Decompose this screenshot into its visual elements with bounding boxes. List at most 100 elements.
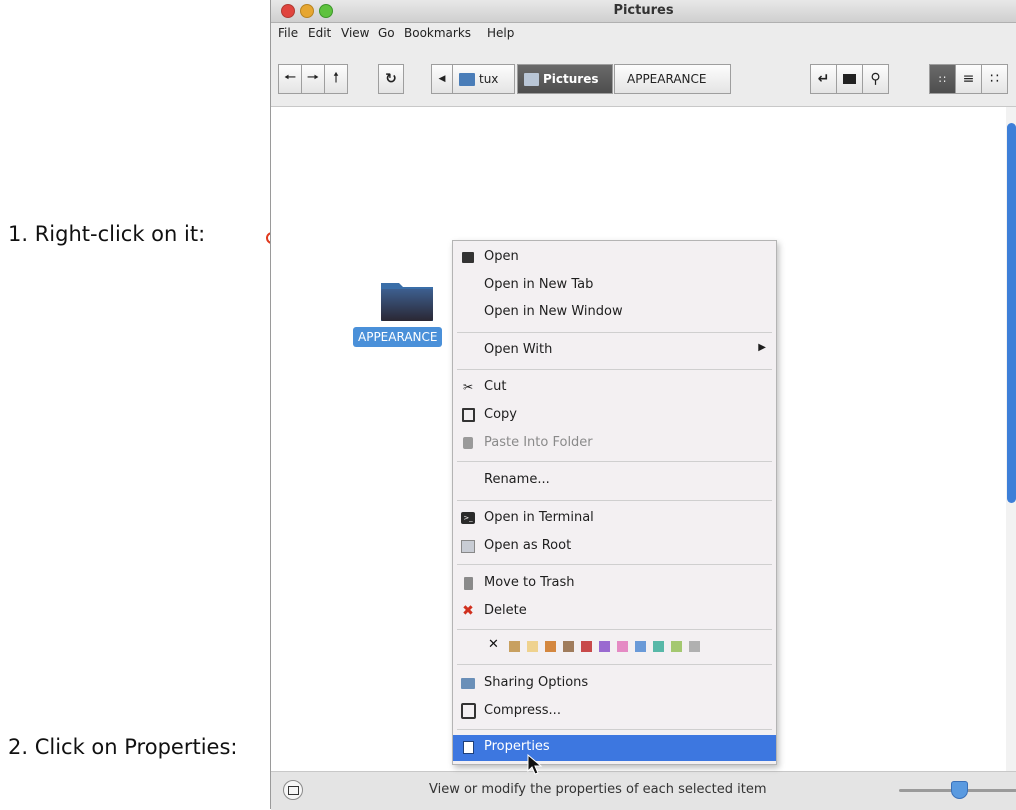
annotation-step2: 2. Click on Properties: bbox=[8, 735, 238, 759]
color-tag-swatch[interactable] bbox=[599, 641, 610, 652]
color-tag-swatch[interactable] bbox=[545, 641, 556, 652]
breadcrumb-tux-label: tux bbox=[479, 72, 499, 86]
color-tag-swatch[interactable] bbox=[689, 641, 700, 652]
scissors-icon: ✂ bbox=[462, 380, 474, 394]
paste-icon bbox=[460, 435, 476, 451]
forward-button[interactable]: 🠖 bbox=[301, 64, 325, 94]
color-tag-swatch[interactable] bbox=[581, 641, 592, 652]
color-tag-swatch[interactable] bbox=[671, 641, 682, 652]
menu-item-open-new-window[interactable]: Open in New Window bbox=[453, 300, 776, 324]
archive-icon bbox=[460, 703, 476, 719]
folder-icon bbox=[843, 74, 856, 84]
pictures-folder-icon bbox=[524, 72, 539, 86]
reload-icon: ↻ bbox=[385, 71, 397, 87]
new-folder-button[interactable] bbox=[836, 64, 863, 94]
search-button[interactable]: ⚲ bbox=[862, 64, 889, 94]
title-bar[interactable]: Pictures bbox=[271, 0, 1016, 23]
trash-icon bbox=[460, 575, 476, 591]
location-icon: ↵ bbox=[817, 71, 830, 87]
zoom-slider-handle[interactable] bbox=[951, 781, 968, 799]
sidebar-icon bbox=[287, 785, 299, 795]
status-bar: View or modify the properties of each se… bbox=[271, 771, 1016, 810]
menu-help[interactable]: Help bbox=[487, 26, 514, 40]
compact-view-button[interactable]: ∷ bbox=[981, 64, 1008, 94]
color-tag-swatch[interactable] bbox=[617, 641, 628, 652]
menu-item-open-in-terminal[interactable]: >_ Open in Terminal bbox=[453, 506, 776, 530]
reload-button[interactable]: ↻ bbox=[378, 64, 404, 94]
folder-icon[interactable] bbox=[379, 279, 435, 323]
folder-label[interactable]: APPEARANCE bbox=[353, 327, 443, 347]
arrow-left-icon: 🠔 bbox=[283, 70, 297, 86]
copy-icon bbox=[460, 407, 476, 423]
menu-edit[interactable]: Edit bbox=[308, 26, 331, 40]
menu-item-cut[interactable]: ✂ Cut bbox=[453, 375, 776, 399]
menu-separator bbox=[457, 369, 772, 370]
menu-item-sharing-options[interactable]: Sharing Options bbox=[453, 671, 776, 695]
menu-view[interactable]: View bbox=[341, 26, 369, 40]
terminal-icon: >_ bbox=[460, 510, 476, 526]
menu-separator bbox=[457, 629, 772, 630]
menu-item-open-new-tab[interactable]: Open in New Tab bbox=[453, 273, 776, 297]
mouse-cursor-icon bbox=[527, 754, 543, 775]
chevron-left-icon: ◀ bbox=[438, 74, 446, 84]
menu-item-properties[interactable]: Properties bbox=[453, 735, 776, 761]
up-button[interactable]: 🠕 bbox=[324, 64, 348, 94]
delete-icon: ✖ bbox=[462, 603, 474, 619]
back-button[interactable]: 🠔 bbox=[278, 64, 302, 94]
menu-file[interactable]: File bbox=[278, 26, 298, 40]
open-icon bbox=[460, 249, 476, 265]
arrow-right-icon: 🠖 bbox=[306, 70, 320, 86]
scrollbar-thumb[interactable] bbox=[1007, 123, 1016, 503]
menu-item-compress[interactable]: Compress... bbox=[453, 699, 776, 723]
toolbar: 🠔 🠖 🠕 ↻ ◀ tux Pictures APPEARANCE ↵ ⚲ ∷ … bbox=[271, 44, 1016, 107]
breadcrumb-pictures-label: Pictures bbox=[543, 72, 599, 86]
color-tag-swatch[interactable] bbox=[653, 641, 664, 652]
menu-go[interactable]: Go bbox=[378, 26, 395, 40]
list-view-button[interactable]: ≡ bbox=[955, 64, 982, 94]
menu-item-open-with[interactable]: Open With ▶ bbox=[453, 338, 776, 362]
annotation-step1: 1. Right-click on it: bbox=[8, 222, 206, 246]
toggle-location-button[interactable]: ↵ bbox=[810, 64, 837, 94]
vertical-scrollbar[interactable] bbox=[1006, 107, 1016, 771]
home-folder-icon bbox=[459, 72, 475, 86]
breadcrumb-appearance-label: APPEARANCE bbox=[627, 72, 707, 86]
color-tag-swatch[interactable] bbox=[527, 641, 538, 652]
properties-icon bbox=[460, 739, 476, 755]
breadcrumb-appearance[interactable]: APPEARANCE bbox=[614, 64, 731, 94]
menu-bar: File Edit View Go Bookmarks Help bbox=[271, 23, 1016, 44]
breadcrumb-pictures[interactable]: Pictures bbox=[517, 64, 613, 94]
menu-separator bbox=[457, 564, 772, 565]
menu-item-copy[interactable]: Copy bbox=[453, 403, 776, 427]
status-text: View or modify the properties of each se… bbox=[429, 782, 767, 797]
menu-item-paste-into-folder[interactable]: Paste Into Folder bbox=[453, 431, 776, 455]
toggle-sidebar-button[interactable] bbox=[283, 780, 303, 800]
menu-separator bbox=[457, 332, 772, 333]
sharing-icon bbox=[460, 675, 476, 691]
menu-separator bbox=[457, 729, 772, 730]
root-icon bbox=[460, 538, 476, 554]
menu-separator bbox=[457, 461, 772, 462]
list-view-icon: ≡ bbox=[962, 71, 975, 87]
menu-bookmarks[interactable]: Bookmarks bbox=[404, 26, 471, 40]
clear-color-icon[interactable]: ✕ bbox=[488, 637, 499, 652]
color-tag-swatch[interactable] bbox=[563, 641, 574, 652]
grid-view-icon: ∷ bbox=[939, 72, 946, 86]
compact-view-icon: ∷ bbox=[990, 71, 999, 87]
breadcrumb-scroll-left[interactable]: ◀ bbox=[431, 64, 453, 94]
breadcrumb-tux[interactable]: tux bbox=[452, 64, 515, 94]
menu-item-move-to-trash[interactable]: Move to Trash bbox=[453, 571, 776, 595]
search-icon: ⚲ bbox=[870, 71, 881, 87]
color-tag-swatch[interactable] bbox=[635, 641, 646, 652]
context-menu: Open Open in New Tab Open in New Window … bbox=[452, 240, 777, 765]
color-tag-swatch[interactable] bbox=[509, 641, 520, 652]
menu-item-rename[interactable]: Rename... bbox=[453, 468, 776, 492]
window-title: Pictures bbox=[613, 3, 674, 18]
menu-separator bbox=[457, 500, 772, 501]
menu-separator bbox=[457, 664, 772, 665]
icon-view-button[interactable]: ∷ bbox=[929, 64, 956, 94]
menu-item-delete[interactable]: ✖ Delete bbox=[453, 599, 776, 623]
submenu-arrow-icon: ▶ bbox=[758, 342, 766, 353]
menu-item-open[interactable]: Open bbox=[453, 245, 776, 269]
menu-item-open-as-root[interactable]: Open as Root bbox=[453, 534, 776, 558]
arrow-up-icon: 🠕 bbox=[332, 70, 339, 86]
